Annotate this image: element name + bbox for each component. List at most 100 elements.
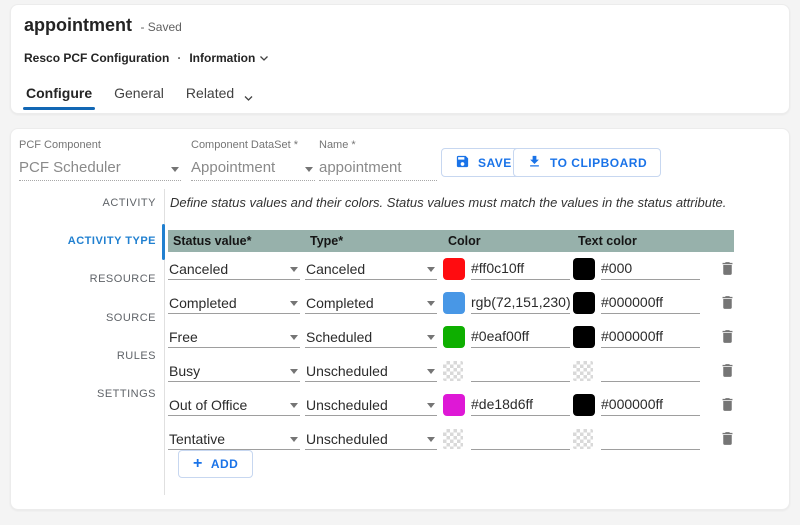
page-title: appointment [24,15,132,35]
sidebar-item-rules[interactable]: RULES [11,350,156,362]
type-select[interactable]: Completed [305,292,437,314]
sidebar-item-settings[interactable]: SETTINGS [11,388,156,400]
text-color-swatch[interactable] [573,326,595,348]
caret-down-icon [171,167,179,172]
form-selector[interactable]: Information [189,51,269,65]
form-selector-label: Information [189,51,255,65]
text-color-swatch[interactable] [573,292,595,314]
name-field: Name * appointment [319,139,437,181]
entity-name: Resco PCF Configuration [24,51,169,65]
pcf-component-field: PCF Component PCF Scheduler [19,139,181,181]
pcf-component-select[interactable]: PCF Scheduler [19,157,181,181]
name-value: appointment [319,159,402,176]
sidebar-item-activity-type[interactable]: ACTIVITY TYPE [11,235,156,247]
chevron-down-icon [259,51,269,65]
status-value-text: Completed [169,295,237,311]
tab-configure[interactable]: Configure [24,81,94,111]
color-field [443,428,570,450]
resco-pcf-configuration-app: appointment - Saved Resco PCF Configurat… [0,0,800,525]
text-color-swatch[interactable] [573,361,593,381]
type-text: Canceled [306,261,365,277]
text-color-input[interactable]: #000000ff [601,328,700,348]
color-input[interactable]: #0eaf00ff [471,328,570,348]
status-value-select[interactable]: Completed [168,292,300,314]
color-field: rgb(72,151,230) [443,292,570,314]
color-swatch[interactable] [443,292,465,314]
type-select[interactable]: Unscheduled [305,394,437,416]
delete-row-button[interactable] [719,328,737,346]
color-swatch[interactable] [443,258,465,280]
sidebar-item-resource[interactable]: RESOURCE [11,273,156,285]
sidebar-item-source[interactable]: SOURCE [11,312,156,324]
record-title-row: appointment - Saved [24,15,182,36]
caret-down-icon [427,267,435,272]
tab-related[interactable]: Related [184,81,256,111]
chevron-down-icon [243,89,254,105]
to-clipboard-button[interactable]: TO CLIPBOARD [513,148,661,177]
status-value-text: Canceled [169,261,228,277]
add-button-label: ADD [211,457,239,471]
color-input[interactable]: #ff0c10ff [471,260,570,280]
component-dataset-label: Component DataSet * [191,139,315,151]
delete-row-button[interactable] [719,430,737,448]
status-value-select[interactable]: Free [168,326,300,348]
status-table-row: Free Scheduled #0eaf00ff #000000ff [168,326,748,350]
delete-row-button[interactable] [719,362,737,380]
status-value-text: Busy [169,363,200,379]
color-input[interactable] [471,430,570,450]
caret-down-icon [290,437,298,442]
text-color-field: #000 [573,258,700,280]
status-table-header: Status value* Type* Color Text color [168,230,734,252]
type-text: Completed [306,295,374,311]
breadcrumb: Resco PCF Configuration · Information [24,51,269,65]
text-color-input[interactable]: #000000ff [601,396,700,416]
component-dataset-field: Component DataSet * Appointment [191,139,315,181]
status-table-row: Out of Office Unscheduled #de18d6ff #000… [168,394,748,418]
text-color-field [573,360,700,382]
color-swatch[interactable] [443,326,465,348]
pcf-component-label: PCF Component [19,139,181,151]
delete-row-button[interactable] [719,260,737,278]
text-color-swatch[interactable] [573,258,595,280]
save-status-badge: - Saved [140,20,181,34]
plus-icon: + [193,456,203,472]
component-dataset-select[interactable]: Appointment [191,157,315,181]
delete-row-button[interactable] [719,396,737,414]
tab-general[interactable]: General [112,81,166,111]
color-swatch[interactable] [443,394,465,416]
text-color-input[interactable] [601,430,700,450]
text-color-field: #000000ff [573,326,700,348]
status-value-select[interactable]: Canceled [168,258,300,280]
color-input[interactable]: rgb(72,151,230) [471,294,570,314]
type-select[interactable]: Canceled [305,258,437,280]
color-field: #de18d6ff [443,394,570,416]
text-color-swatch[interactable] [573,429,593,449]
text-color-swatch[interactable] [573,394,595,416]
status-value-select[interactable]: Out of Office [168,394,300,416]
section-description: Define status values and their colors. S… [170,195,770,210]
save-button-label: SAVE [478,156,512,170]
column-header-text-color: Text color [578,234,637,248]
status-value-select[interactable]: Busy [168,360,300,382]
type-text: Unscheduled [306,431,388,447]
breadcrumb-separator: · [177,51,181,65]
text-color-input[interactable]: #000 [601,260,700,280]
color-input[interactable] [471,362,570,382]
color-input[interactable]: #de18d6ff [471,396,570,416]
caret-down-icon [290,369,298,374]
status-value-select[interactable]: Tentative [168,428,300,450]
caret-down-icon [427,437,435,442]
tab-label: General [114,85,164,101]
type-select[interactable]: Unscheduled [305,428,437,450]
text-color-input[interactable] [601,362,700,382]
type-select[interactable]: Unscheduled [305,360,437,382]
sidebar-item-activity[interactable]: ACTIVITY [11,197,156,209]
caret-down-icon [290,335,298,340]
text-color-input[interactable]: #000000ff [601,294,700,314]
name-input[interactable]: appointment [319,157,437,181]
color-swatch[interactable] [443,429,463,449]
color-swatch[interactable] [443,361,463,381]
add-row-button[interactable]: + ADD [178,450,253,478]
type-select[interactable]: Scheduled [305,326,437,348]
delete-row-button[interactable] [719,294,737,312]
